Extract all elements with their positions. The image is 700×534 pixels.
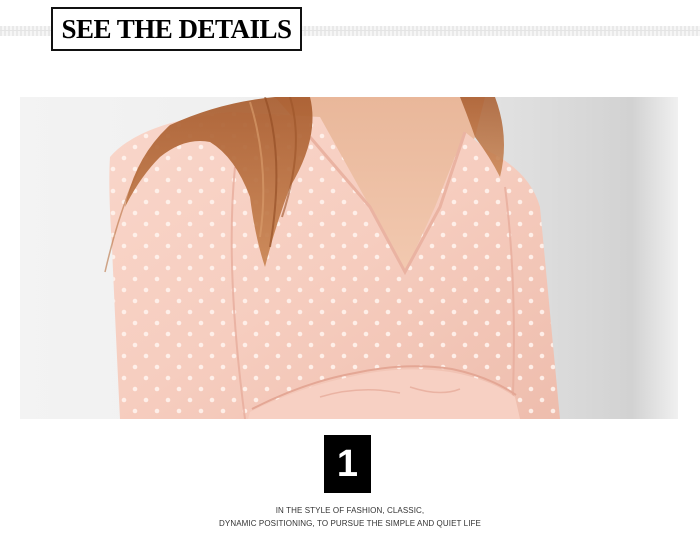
section-title: SEE THE DETAILS: [61, 13, 292, 44]
product-detail-photo: [20, 97, 678, 419]
detail-number: 1: [336, 443, 359, 485]
section-title-box: SEE THE DETAILS: [51, 7, 302, 51]
caption-line-2: DYNAMIC POSITIONING, TO PURSUE THE SIMPL…: [219, 519, 481, 528]
caption-line-1: IN THE STYLE OF FASHION, CLASSIC,: [275, 506, 425, 515]
detail-number-badge: 1: [324, 435, 371, 493]
blouse-illustration: [20, 97, 678, 419]
